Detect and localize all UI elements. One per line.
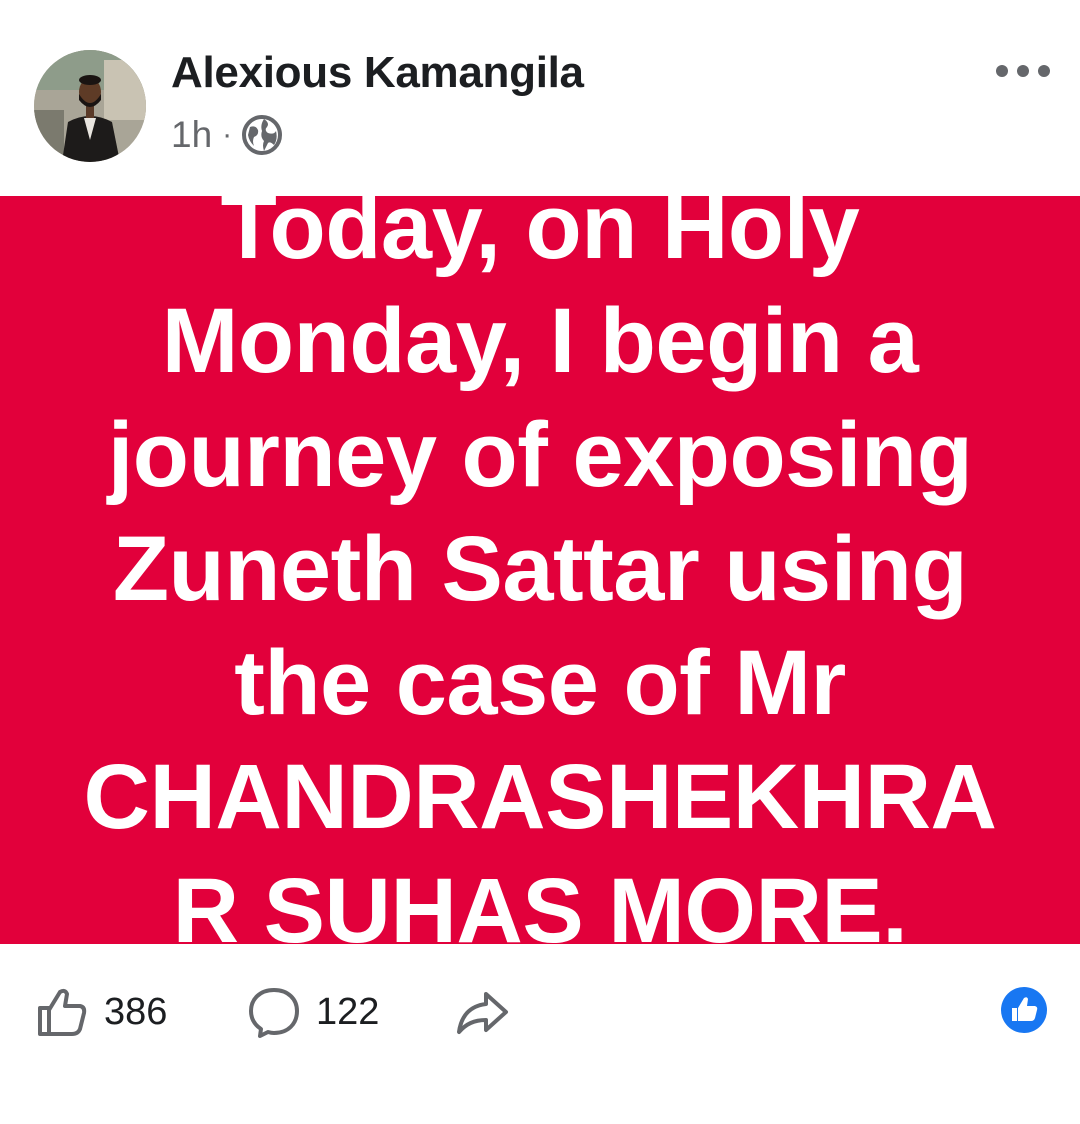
post-header: Alexious Kamangila 1h · <box>0 0 1080 196</box>
like-count: 386 <box>104 990 168 1033</box>
post-card: Alexious Kamangila 1h · Today, on Holy M… <box>0 0 1080 1124</box>
comment-count: 122 <box>316 990 380 1033</box>
comment-bubble-icon <box>249 988 299 1038</box>
post-text-line: journey of exposing <box>107 404 973 506</box>
post-text-line: Today, on Holy <box>220 196 860 278</box>
more-dot <box>1017 65 1029 77</box>
more-dot <box>996 65 1008 77</box>
post-text-line: Monday, I begin a <box>161 290 919 392</box>
author-name[interactable]: Alexious Kamangila <box>171 48 584 98</box>
more-dot <box>1038 65 1050 77</box>
more-options-button[interactable] <box>996 58 1050 84</box>
share-button[interactable] <box>454 984 510 1040</box>
post-text-banner[interactable]: Today, on Holy Monday, I begin a journey… <box>0 196 1080 944</box>
post-text-line: R SUHAS MORE. <box>172 860 908 944</box>
post-actions: 386 122 <box>0 944 1080 1124</box>
author-avatar[interactable] <box>34 50 146 162</box>
comment-button[interactable]: 122 <box>246 984 379 1040</box>
post-text-line: the case of Mr <box>234 632 846 734</box>
like-reaction-icon[interactable] <box>1000 986 1048 1034</box>
post-meta: 1h · <box>171 113 284 157</box>
share-arrow-icon <box>457 992 508 1034</box>
post-text: Today, on Holy Monday, I begin a journey… <box>0 196 1080 944</box>
post-time[interactable]: 1h <box>171 114 212 156</box>
like-button[interactable]: 386 <box>34 984 167 1040</box>
globe-icon <box>242 115 283 155</box>
post-text-line: CHANDRASHEKHRA <box>83 746 998 848</box>
post-text-line: Zuneth Sattar using <box>112 518 968 620</box>
thumbs-up-icon <box>38 988 87 1036</box>
meta-separator: · <box>222 118 233 151</box>
